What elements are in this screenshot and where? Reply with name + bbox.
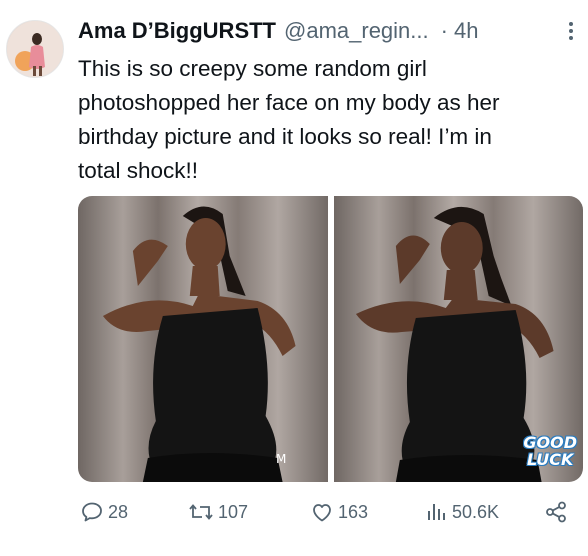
like-button[interactable]: 163 bbox=[310, 497, 368, 527]
media-gallery: M GOOD LUCK bbox=[78, 196, 583, 482]
share-button[interactable] bbox=[544, 497, 568, 527]
reply-button[interactable]: 28 bbox=[80, 497, 128, 527]
timestamp[interactable]: 4h bbox=[454, 18, 478, 44]
tweet[interactable]: Ama D’BiggURSTT @ama_regin... · 4h This … bbox=[0, 0, 588, 556]
sticker-line-1: GOOD bbox=[523, 433, 577, 452]
more-icon[interactable] bbox=[565, 18, 577, 44]
photo-left[interactable]: M bbox=[78, 196, 328, 482]
avatar[interactable] bbox=[6, 20, 64, 78]
tweet-header: Ama D’BiggURSTT @ama_regin... · 4h bbox=[78, 14, 478, 48]
reply-icon bbox=[82, 502, 102, 522]
repost-button[interactable]: 107 bbox=[188, 497, 248, 527]
share-icon bbox=[546, 501, 566, 523]
display-name[interactable]: Ama D’BiggURSTT bbox=[78, 18, 276, 44]
good-luck-sticker: GOOD LUCK bbox=[523, 434, 577, 468]
separator-dot: · bbox=[440, 18, 448, 43]
reply-count: 28 bbox=[108, 501, 129, 522]
photo-left-figure bbox=[102, 206, 296, 482]
views-button[interactable]: 50.6K bbox=[424, 497, 499, 527]
sticker-line-2: LUCK bbox=[526, 450, 574, 469]
views-count: 50.6K bbox=[452, 501, 500, 522]
repost-icon bbox=[189, 504, 213, 520]
like-icon bbox=[313, 504, 331, 522]
like-count: 163 bbox=[338, 501, 369, 522]
photo-watermark: M bbox=[276, 452, 287, 466]
tweet-text: This is so creepy some random girl photo… bbox=[78, 56, 500, 183]
avatar-image bbox=[7, 21, 63, 77]
repost-count: 107 bbox=[218, 501, 249, 522]
user-handle[interactable]: @ama_regin... bbox=[284, 18, 429, 44]
action-bar: 28 107 163 50.6K bbox=[78, 497, 578, 527]
views-icon bbox=[428, 504, 445, 520]
photo-right[interactable]: GOOD LUCK bbox=[333, 196, 583, 482]
